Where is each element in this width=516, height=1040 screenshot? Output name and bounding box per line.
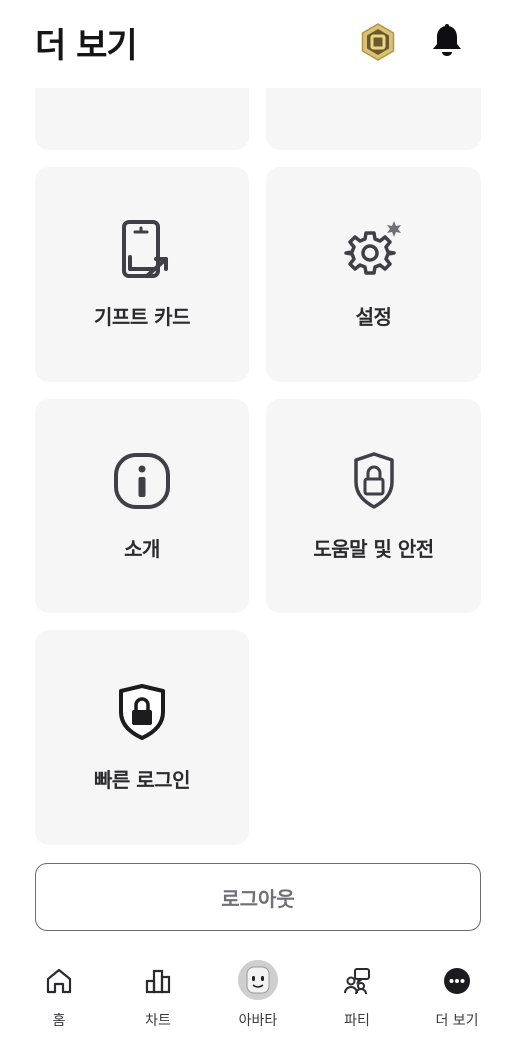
nav-charts-label: 차트 (145, 1013, 171, 1029)
header: 더 보기 (0, 0, 516, 88)
nav-more-label: 더 보기 (435, 1013, 479, 1029)
party-icon (344, 968, 370, 995)
logout-button[interactable]: 로그아웃 (35, 863, 481, 931)
tile-settings-label: 설정 (355, 305, 392, 329)
nav-avatar-label: 아바타 (238, 1013, 278, 1029)
nav-charts[interactable]: 차트 (118, 964, 198, 1034)
tile-quick-login-label: 빠른 로그인 (94, 768, 190, 792)
tile-help-safety-label: 도움말 및 안전 (313, 537, 434, 561)
tile-partial-right[interactable] (266, 88, 481, 150)
shield-lock-icon (353, 452, 394, 509)
more-icon (444, 968, 470, 994)
bell-icon (433, 24, 461, 56)
menu-grid: 기프트 카드 설정 소개 도움말 및 안전 빠른 로그인 (0, 88, 516, 948)
bottom-nav: 홈 차트 아바타 파티 더 보기 (0, 952, 516, 1040)
home-icon (46, 968, 72, 994)
nav-home[interactable]: 홈 (19, 964, 99, 1034)
tile-help-safety[interactable]: 도움말 및 안전 (266, 399, 481, 613)
tile-gift-card-label: 기프트 카드 (94, 305, 190, 329)
avatar (238, 960, 278, 1000)
nav-more[interactable]: 더 보기 (417, 964, 497, 1034)
nav-party[interactable]: 파티 (317, 964, 397, 1034)
tile-gift-card[interactable]: 기프트 카드 (35, 167, 249, 382)
tile-quick-login[interactable]: 빠른 로그인 (35, 630, 249, 845)
charts-icon (145, 969, 171, 994)
settings-gear-icon (343, 221, 401, 275)
nav-avatar[interactable]: 아바타 (218, 960, 298, 1034)
page-title: 더 보기 (35, 26, 138, 66)
nav-home-label: 홈 (52, 1013, 66, 1029)
info-icon (114, 453, 170, 509)
gift-card-icon (122, 220, 168, 278)
tile-about-label: 소개 (124, 537, 160, 561)
tile-about[interactable]: 소개 (35, 399, 249, 613)
robux-icon (361, 23, 395, 61)
tile-settings[interactable]: 설정 (266, 167, 481, 382)
avatar-icon (238, 960, 278, 1000)
notifications-button[interactable] (428, 22, 466, 60)
robux-button[interactable] (358, 22, 398, 62)
tile-partial-left[interactable] (35, 88, 249, 150)
quick-login-shield-icon (119, 684, 165, 740)
nav-party-label: 파티 (344, 1013, 370, 1029)
